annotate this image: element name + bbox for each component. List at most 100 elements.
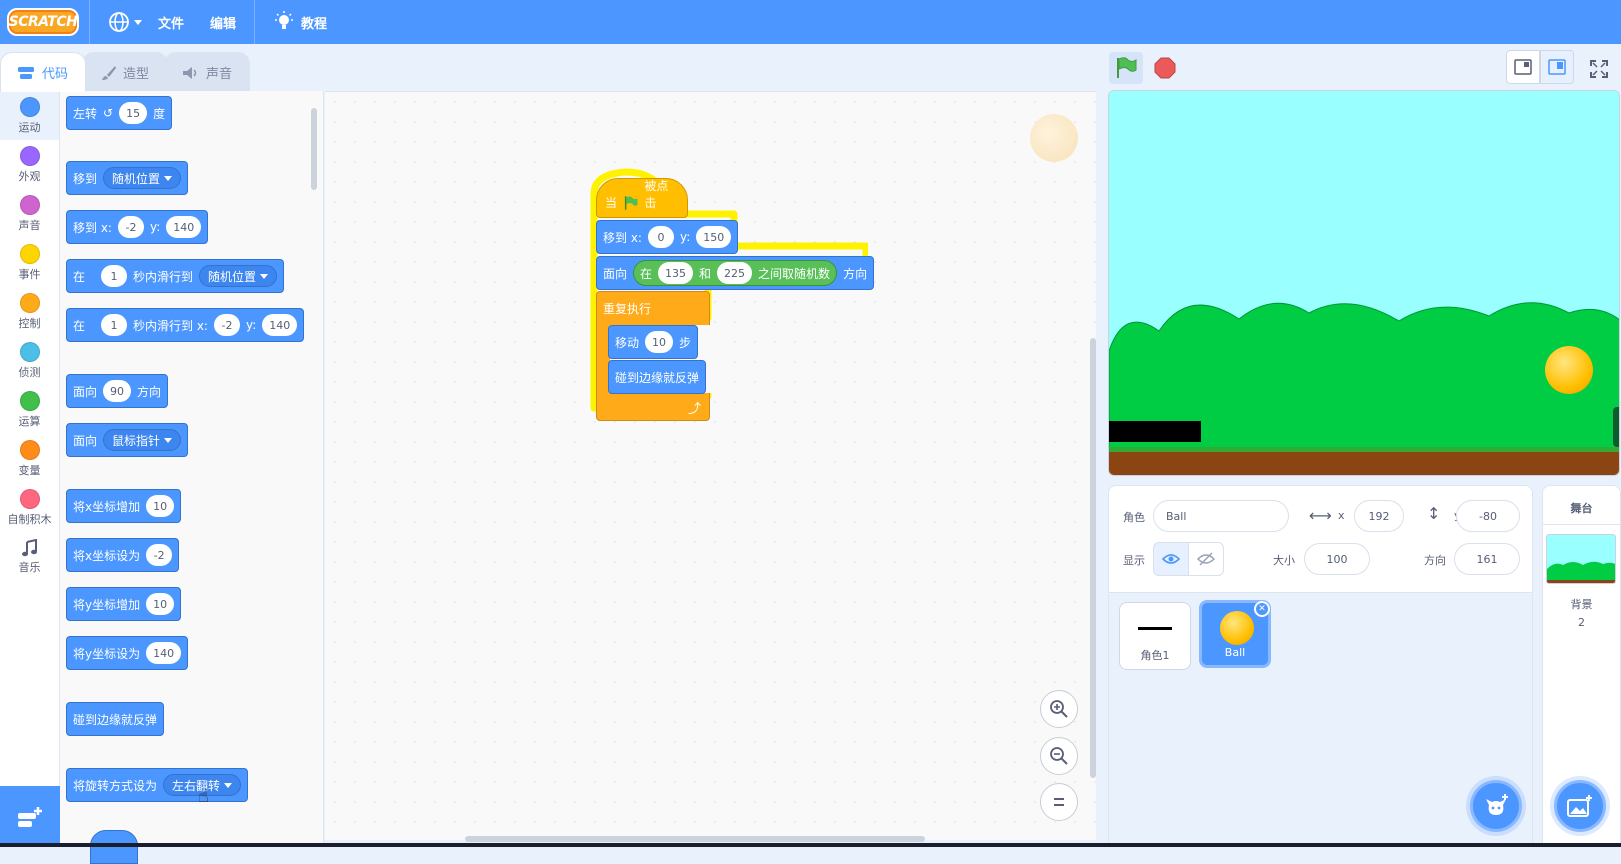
category-events[interactable]: 事件 <box>0 238 59 287</box>
normal-stage-icon <box>1548 59 1566 75</box>
towards-dropdown[interactable]: 鼠标指针 <box>103 429 182 451</box>
file-menu[interactable]: 文件 <box>150 0 192 44</box>
value-input[interactable]: 140 <box>146 642 182 664</box>
delete-sprite-button[interactable]: ✕ <box>1254 601 1270 617</box>
fullscreen-icon <box>1590 60 1608 78</box>
block-point-direction[interactable]: 面向 90 方向 <box>66 374 169 408</box>
direction-input[interactable]: 90 <box>103 380 132 402</box>
backdrop-preview <box>1547 561 1615 583</box>
block-text: 移动 <box>615 335 640 350</box>
tab-costumes[interactable]: 造型 <box>82 52 168 92</box>
tutorials-menu[interactable]: 教程 <box>265 0 335 44</box>
workspace-vertical-scrollbar[interactable] <box>1090 338 1096 778</box>
show-hidden-button[interactable] <box>1188 542 1224 576</box>
category-operators[interactable]: 运算 <box>0 385 59 434</box>
tab-code[interactable]: 代码 <box>0 52 86 92</box>
direction-input[interactable]: 161 <box>1454 543 1520 575</box>
sprite-thumbnail[interactable]: 角色1 <box>1119 602 1191 670</box>
zoom-out-button[interactable] <box>1040 737 1078 775</box>
block-glide-xy[interactable]: 在 1 秒内滑行到 x: -2 y: 140 <box>66 308 305 342</box>
add-extension-button[interactable] <box>0 786 60 847</box>
when-flag-clicked-block[interactable]: 当 被点击 <box>596 178 688 218</box>
show-visible-button[interactable] <box>1153 542 1189 576</box>
choose-backdrop-button[interactable] <box>1554 780 1606 832</box>
block-change-y[interactable]: 将y坐标增加 10 <box>66 587 182 621</box>
sprite-info-panel: 角色 Ball ⟷ x 192 ↕ y -80 显示 大小 100 方向 161 <box>1108 485 1533 593</box>
x-input[interactable]: -2 <box>117 216 144 238</box>
tutorials-label: 教程 <box>301 16 328 32</box>
stop-button[interactable] <box>1148 52 1182 84</box>
category-looks[interactable]: 外观 <box>0 140 59 189</box>
category-sound[interactable]: 声音 <box>0 189 59 238</box>
ball-sprite[interactable] <box>1545 346 1593 394</box>
zoom-in-button[interactable] <box>1040 690 1078 728</box>
block-turn-left[interactable]: 左转 ↺ 15 度 <box>66 96 173 130</box>
palette-scrollbar[interactable] <box>311 108 317 190</box>
x-input[interactable]: 0 <box>647 226 674 248</box>
category-dot <box>19 145 40 166</box>
block-point-towards[interactable]: 面向 鼠标指针 <box>66 423 189 457</box>
y-position-input[interactable]: -80 <box>1456 500 1520 532</box>
workspace-horizontal-scrollbar[interactable] <box>465 836 925 842</box>
category-variables[interactable]: 变量 <box>0 434 59 483</box>
backdrop-thumbnail[interactable] <box>1546 534 1616 584</box>
block-partial[interactable] <box>90 830 138 864</box>
block-glide[interactable]: 在 1 秒内滑行到 随机位置 <box>66 259 285 293</box>
glide-target-dropdown[interactable]: 随机位置 <box>199 265 278 287</box>
pick-random-reporter[interactable]: 在 135 和 225 之间取随机数 <box>633 260 838 286</box>
category-motion[interactable]: 运动 <box>0 91 59 140</box>
goto-target-dropdown[interactable]: 随机位置 <box>103 167 182 189</box>
sprite-thumbnail-selected[interactable]: ✕ Ball <box>1199 600 1271 668</box>
fullscreen-button[interactable] <box>1584 54 1614 84</box>
sprite-thumbnail-label: 角色1 <box>1140 649 1170 662</box>
block-bounce[interactable]: 碰到边缘就反弹 <box>66 702 165 736</box>
script-point-direction-block[interactable]: 面向 在 135 和 225 之间取随机数 方向 <box>596 256 875 290</box>
x-position-input[interactable]: 192 <box>1354 500 1404 532</box>
edit-menu[interactable]: 编辑 <box>202 0 244 44</box>
block-text: 和 <box>699 266 712 281</box>
size-label: 大小 <box>1273 554 1295 567</box>
block-goto[interactable]: 移到 随机位置 <box>66 161 189 195</box>
size-input[interactable]: 100 <box>1304 543 1370 575</box>
to-input[interactable]: 225 <box>717 262 753 284</box>
language-menu[interactable] <box>100 0 150 44</box>
y-input[interactable]: 140 <box>262 314 298 336</box>
block-rotation-style[interactable]: 将旋转方式设为 左右翻转 <box>66 768 249 802</box>
stage-canvas[interactable] <box>1108 90 1620 476</box>
script-move-block[interactable]: 移动 10 步 <box>608 325 699 359</box>
value-input[interactable]: 10 <box>146 495 175 517</box>
y-input[interactable]: 140 <box>166 216 202 238</box>
block-text: 左转 <box>73 106 98 121</box>
stage-edge-tab[interactable] <box>1613 407 1619 447</box>
choose-sprite-button[interactable] <box>1470 780 1522 832</box>
tab-sounds[interactable]: 声音 <box>164 52 250 92</box>
green-flag-button[interactable] <box>1109 52 1143 84</box>
secs-input[interactable]: 1 <box>101 314 128 336</box>
from-input[interactable]: 135 <box>658 262 694 284</box>
block-text: y: <box>149 220 161 234</box>
sprite-name-input[interactable]: Ball <box>1153 500 1289 532</box>
steps-input[interactable]: 10 <box>645 331 674 353</box>
x-input[interactable]: -2 <box>213 314 240 336</box>
block-set-x[interactable]: 将x坐标设为 -2 <box>66 538 180 572</box>
scratch-logo[interactable]: SCRATCH <box>7 8 79 36</box>
degrees-input[interactable]: 15 <box>119 102 148 124</box>
normal-stage-button[interactable] <box>1540 50 1574 84</box>
script-goto-xy-block[interactable]: 移到 x: 0 y: 150 <box>596 220 739 254</box>
secs-input[interactable]: 1 <box>101 265 128 287</box>
block-goto-xy[interactable]: 移到 x: -2 y: 140 <box>66 210 209 244</box>
block-change-x[interactable]: 将x坐标增加 10 <box>66 489 182 523</box>
category-sensing[interactable]: 侦测 <box>0 336 59 385</box>
script-bounce-block[interactable]: 碰到边缘就反弹 <box>608 360 707 394</box>
category-my-blocks[interactable]: 自制积木 <box>0 483 59 532</box>
category-music[interactable]: 音乐 <box>0 532 59 581</box>
y-input[interactable]: 150 <box>696 226 732 248</box>
value-input[interactable]: -2 <box>146 544 173 566</box>
value-input[interactable]: 10 <box>146 593 175 615</box>
block-set-y[interactable]: 将y坐标设为 140 <box>66 636 189 670</box>
zoom-reset-button[interactable] <box>1040 783 1078 821</box>
category-control[interactable]: 控制 <box>0 287 59 336</box>
small-stage-button[interactable] <box>1506 50 1540 84</box>
line-sprite-preview <box>1138 627 1172 630</box>
stage-panel-title: 舞台 <box>1570 502 1593 515</box>
